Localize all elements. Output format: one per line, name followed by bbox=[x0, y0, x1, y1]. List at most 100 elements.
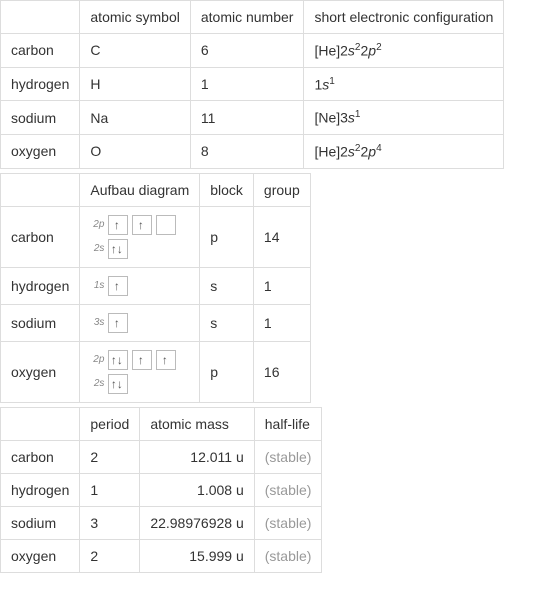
orbital-label: 2s bbox=[90, 378, 104, 389]
table-row: oxygenO8[He]2s22p4 bbox=[1, 134, 504, 168]
header-period: period bbox=[80, 407, 140, 440]
table-row: hydrogenH11s1 bbox=[1, 67, 504, 101]
table-period-mass: period atomic mass half-life carbon212.0… bbox=[0, 407, 322, 573]
table-row: sodium322.98976928 u(stable) bbox=[1, 506, 322, 539]
orbital-label: 2p bbox=[90, 219, 104, 230]
atomic-number: 11 bbox=[190, 101, 304, 135]
orbital-line: 1s bbox=[90, 276, 189, 296]
half-life: (stable) bbox=[254, 539, 322, 572]
table-header-row: period atomic mass half-life bbox=[1, 407, 322, 440]
spin-down-icon bbox=[119, 243, 124, 255]
group: 1 bbox=[253, 304, 310, 341]
atomic-mass: 15.999 u bbox=[140, 539, 254, 572]
table-aufbau: Aufbau diagram block group carbon2p2sp14… bbox=[0, 173, 311, 403]
element-name: oxygen bbox=[1, 539, 80, 572]
period: 2 bbox=[80, 539, 140, 572]
electron-config: [Ne]3s1 bbox=[304, 101, 504, 135]
element-name: sodium bbox=[1, 101, 80, 135]
element-name: hydrogen bbox=[1, 67, 80, 101]
table-row: carbon212.011 u(stable) bbox=[1, 440, 322, 473]
aufbau-diagram: 2p 2s bbox=[80, 206, 200, 267]
atomic-number: 8 bbox=[190, 134, 304, 168]
element-name: oxygen bbox=[1, 341, 80, 402]
atomic-mass: 1.008 u bbox=[140, 473, 254, 506]
spin-down-icon bbox=[119, 378, 124, 390]
table-header-row: Aufbau diagram block group bbox=[1, 173, 311, 206]
half-life: (stable) bbox=[254, 440, 322, 473]
header-blank bbox=[1, 173, 80, 206]
atomic-symbol: O bbox=[80, 134, 190, 168]
block: s bbox=[200, 267, 254, 304]
orbital-box bbox=[108, 215, 128, 235]
header-number: atomic number bbox=[190, 1, 304, 34]
aufbau-diagram: 2p 2s bbox=[80, 341, 200, 402]
header-config: short electronic configuration bbox=[304, 1, 504, 34]
block: s bbox=[200, 304, 254, 341]
period: 1 bbox=[80, 473, 140, 506]
atomic-number: 6 bbox=[190, 34, 304, 68]
spin-up-icon bbox=[116, 219, 121, 231]
spin-up-icon bbox=[116, 280, 121, 292]
table-header-row: atomic symbol atomic number short electr… bbox=[1, 1, 504, 34]
orbital-box bbox=[108, 276, 128, 296]
orbital-label: 3s bbox=[90, 317, 104, 328]
spin-up-icon bbox=[140, 354, 145, 366]
table-row: sodiumNa11[Ne]3s1 bbox=[1, 101, 504, 135]
electron-config: 1s1 bbox=[304, 67, 504, 101]
element-name: oxygen bbox=[1, 134, 80, 168]
group: 1 bbox=[253, 267, 310, 304]
atomic-symbol: Na bbox=[80, 101, 190, 135]
orbital-box bbox=[108, 350, 128, 370]
table-row: hydrogen 1s s1 bbox=[1, 267, 311, 304]
element-name: sodium bbox=[1, 506, 80, 539]
orbital-box bbox=[156, 215, 176, 235]
element-name: hydrogen bbox=[1, 267, 80, 304]
atomic-mass: 22.98976928 u bbox=[140, 506, 254, 539]
atomic-symbol: C bbox=[80, 34, 190, 68]
orbital-label: 2s bbox=[90, 243, 104, 254]
header-group: group bbox=[253, 173, 310, 206]
half-life: (stable) bbox=[254, 473, 322, 506]
half-life: (stable) bbox=[254, 506, 322, 539]
header-blank bbox=[1, 407, 80, 440]
atomic-mass: 12.011 u bbox=[140, 440, 254, 473]
element-name: hydrogen bbox=[1, 473, 80, 506]
period: 3 bbox=[80, 506, 140, 539]
spin-up-icon bbox=[116, 317, 121, 329]
spin-down-icon bbox=[119, 354, 124, 366]
element-name: carbon bbox=[1, 440, 80, 473]
header-block: block bbox=[200, 173, 254, 206]
orbital-box bbox=[108, 313, 128, 333]
spin-up-icon bbox=[140, 219, 145, 231]
table-row: hydrogen11.008 u(stable) bbox=[1, 473, 322, 506]
orbital-box bbox=[108, 374, 128, 394]
orbital-box bbox=[132, 215, 152, 235]
orbital-line: 3s bbox=[90, 313, 189, 333]
element-name: carbon bbox=[1, 34, 80, 68]
orbital-box bbox=[108, 239, 128, 259]
table-atomic-basics: atomic symbol atomic number short electr… bbox=[0, 0, 504, 169]
element-name: sodium bbox=[1, 304, 80, 341]
spin-up-icon bbox=[164, 354, 169, 366]
aufbau-diagram: 3s bbox=[80, 304, 200, 341]
element-name: carbon bbox=[1, 206, 80, 267]
header-half: half-life bbox=[254, 407, 322, 440]
electron-config: [He]2s22p2 bbox=[304, 34, 504, 68]
orbital-line: 2s bbox=[90, 239, 189, 259]
orbital-box bbox=[132, 350, 152, 370]
header-symbol: atomic symbol bbox=[80, 1, 190, 34]
table-row: oxygen215.999 u(stable) bbox=[1, 539, 322, 572]
atomic-number: 1 bbox=[190, 67, 304, 101]
electron-config: [He]2s22p4 bbox=[304, 134, 504, 168]
header-aufbau: Aufbau diagram bbox=[80, 173, 200, 206]
table-row: oxygen 2p 2s p16 bbox=[1, 341, 311, 402]
group: 16 bbox=[253, 341, 310, 402]
block: p bbox=[200, 206, 254, 267]
atomic-symbol: H bbox=[80, 67, 190, 101]
orbital-line: 2p bbox=[90, 350, 189, 370]
orbital-box bbox=[156, 350, 176, 370]
aufbau-diagram: 1s bbox=[80, 267, 200, 304]
block: p bbox=[200, 341, 254, 402]
group: 14 bbox=[253, 206, 310, 267]
orbital-line: 2p bbox=[90, 215, 189, 235]
